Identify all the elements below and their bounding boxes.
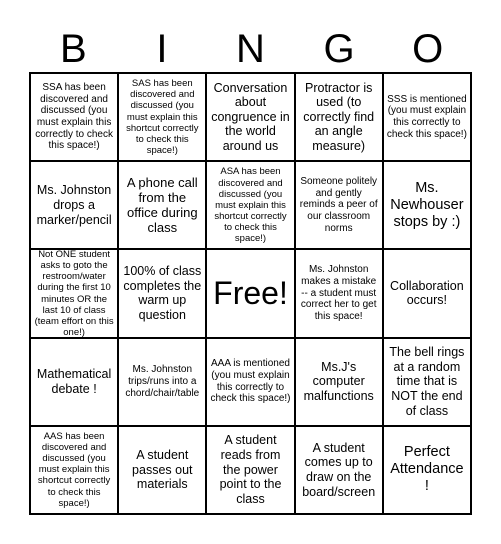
bingo-cell[interactable]: Ms. Johnston drops a marker/pencil — [31, 162, 118, 249]
bingo-cell-text: Mathematical debate ! — [36, 367, 112, 396]
bingo-cell-text: Ms.J's computer malfunctions — [303, 359, 374, 403]
bingo-cell-text: A student comes up to draw on the board/… — [302, 440, 376, 499]
bingo-cell[interactable]: Perfect Attendance ! — [383, 426, 470, 513]
bingo-cell[interactable]: AAS has been discovered and discussed (y… — [31, 426, 118, 513]
bingo-cell-text: Ms. Johnston drops a marker/pencil — [36, 183, 112, 227]
bingo-cell-text: Not ONE student asks to goto the restroo… — [34, 250, 114, 337]
bingo-header: B I N G O — [29, 26, 472, 72]
bingo-cell[interactable]: A student comes up to draw on the board/… — [295, 426, 382, 513]
bingo-cell-text: 100% of class completes the warm up ques… — [123, 264, 202, 323]
bingo-cell[interactable]: The bell rings at a random time that is … — [383, 338, 470, 425]
bingo-cell-text: A student passes out materials — [132, 447, 193, 492]
bingo-cell[interactable]: Mathematical debate ! — [31, 338, 118, 425]
bingo-cell[interactable]: AAA is mentioned (you must explain this … — [207, 338, 294, 425]
bingo-cell[interactable]: Conversation about congruence in the wor… — [207, 74, 294, 161]
header-letter-o: O — [412, 27, 444, 71]
bingo-cell[interactable]: A student passes out materials — [119, 426, 206, 513]
bingo-cell[interactable]: Someone politely and gently reminds a pe… — [295, 162, 382, 249]
header-letter-g: G — [323, 27, 355, 71]
bingo-cell-text: AAS has been discovered and discussed (y… — [37, 431, 111, 509]
bingo-cell-text: Conversation about congruence in the wor… — [211, 80, 290, 154]
bingo-cell[interactable]: A student reads from the power point to … — [207, 426, 294, 513]
bingo-cell[interactable]: SAS has been discovered and discussed (y… — [119, 74, 206, 161]
bingo-cell[interactable]: Not ONE student asks to goto the restroo… — [31, 250, 118, 337]
header-letter-b: B — [59, 27, 87, 71]
bingo-cell-text: Collaboration occurs! — [390, 278, 464, 308]
bingo-cell[interactable]: SSS is mentioned (you must explain this … — [383, 74, 470, 161]
bingo-cell-text: SAS has been discovered and discussed (y… — [126, 78, 199, 156]
bingo-cell-text: Someone politely and gently reminds a pe… — [299, 176, 378, 234]
bingo-cell-text: ASA has been discovered and discussed (y… — [214, 166, 287, 245]
header-letter-n: N — [236, 27, 265, 71]
bingo-cell-text: Ms. Newhouser stops by :) — [390, 179, 464, 230]
bingo-cell[interactable]: A phone call from the office during clas… — [119, 162, 206, 249]
bingo-cell-text: A student reads from the power point to … — [219, 433, 282, 506]
bingo-cell[interactable]: ASA has been discovered and discussed (y… — [207, 162, 294, 249]
bingo-cell-text: Ms. Johnston trips/runs into a chord/cha… — [125, 364, 200, 399]
bingo-cell-text: Ms. Johnston makes a mistake -- a studen… — [300, 264, 377, 323]
bingo-cell-text: SSA has been discovered and discussed (y… — [35, 82, 113, 152]
bingo-cell-text: The bell rings at a random time that is … — [389, 345, 465, 418]
bingo-cell[interactable]: Protractor is used (to correctly find an… — [295, 74, 382, 161]
bingo-cell[interactable]: Collaboration occurs! — [383, 250, 470, 337]
bingo-cell-text: Perfect Attendance ! — [390, 444, 464, 495]
bingo-cell[interactable]: SSA has been discovered and discussed (y… — [31, 74, 118, 161]
bingo-board: SSA has been discovered and discussed (y… — [29, 72, 472, 515]
bingo-cell-text: SSS is mentioned (you must explain this … — [386, 93, 467, 140]
bingo-cell-text: Protractor is used (to correctly find an… — [303, 80, 375, 154]
bingo-cell[interactable]: Ms.J's computer malfunctions — [295, 338, 382, 425]
bingo-cell-text: Free! — [213, 274, 288, 311]
header-letter-i: I — [156, 27, 168, 71]
bingo-cell[interactable]: Ms. Newhouser stops by :) — [383, 162, 470, 249]
bingo-cell-text: AAA is mentioned (you must explain this … — [210, 358, 291, 405]
bingo-cell[interactable]: Ms. Johnston makes a mistake -- a studen… — [295, 250, 382, 337]
bingo-cell[interactable]: 100% of class completes the warm up ques… — [119, 250, 206, 337]
bingo-cell-free[interactable]: Free! — [207, 250, 294, 337]
bingo-cell[interactable]: Ms. Johnston trips/runs into a chord/cha… — [119, 338, 206, 425]
bingo-cell-text: A phone call from the office during clas… — [126, 174, 198, 236]
